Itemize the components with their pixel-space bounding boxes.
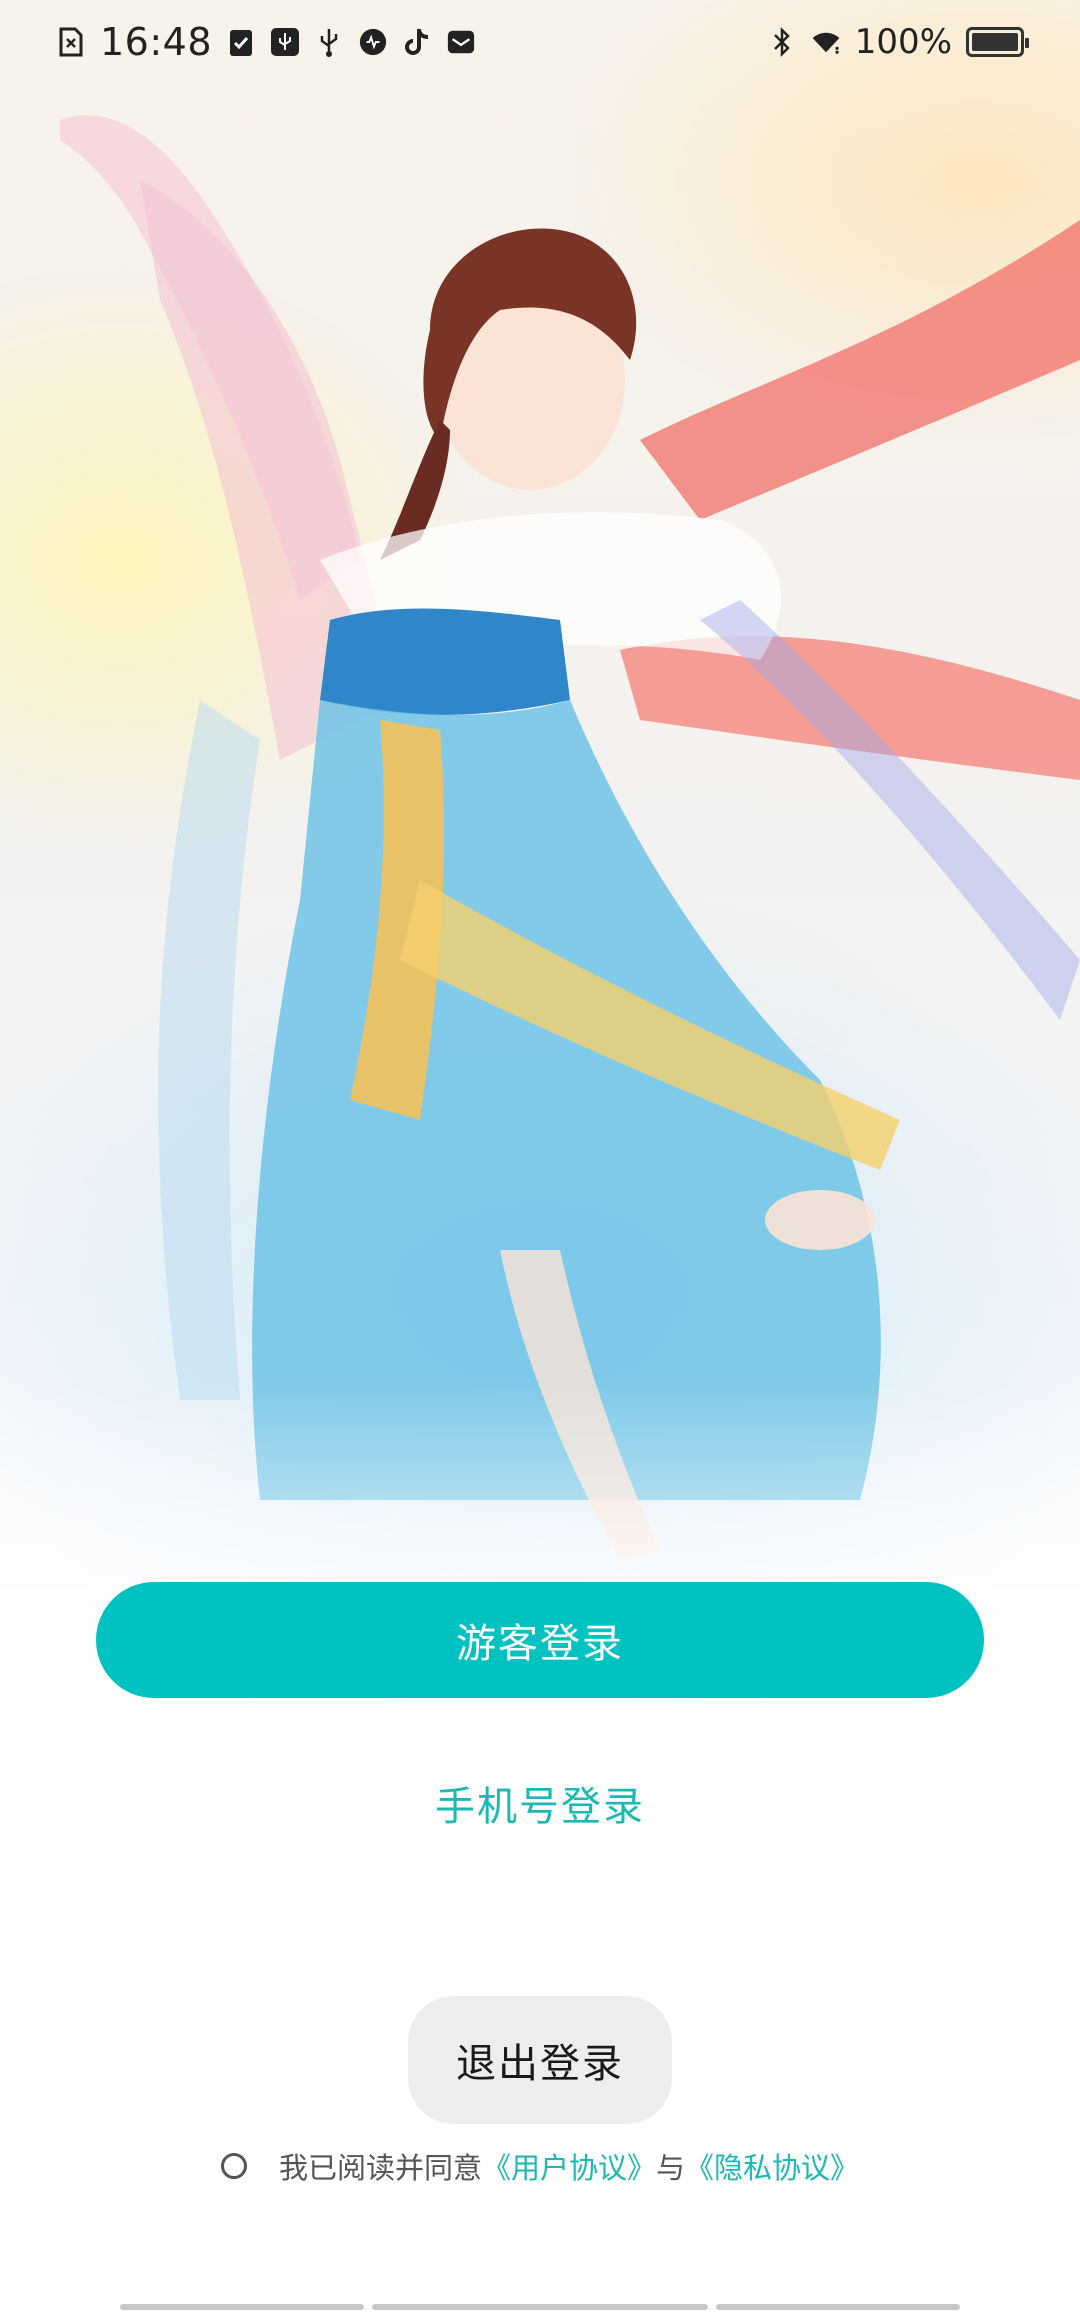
mail-icon [446, 25, 476, 59]
tiktok-icon [402, 25, 432, 59]
usb-debug-icon [270, 25, 300, 59]
logout-button[interactable]: 退出登录 [408, 1996, 672, 2124]
sim-error-icon [56, 25, 86, 59]
battery-icon [966, 27, 1029, 57]
status-left: 16:48 [56, 20, 476, 64]
agree-radio[interactable] [220, 2153, 247, 2179]
bottom-nav-hint [120, 2304, 960, 2310]
hero-illustration [0, 0, 1080, 1850]
nav-hint-bar [120, 2304, 364, 2310]
privacy-policy-link[interactable]: 《隐私协议》 [685, 2145, 859, 2187]
battery-percent: 100% [854, 22, 952, 62]
status-right: 100% [767, 22, 1029, 62]
usb-icon [314, 25, 344, 59]
nav-hint-bar [372, 2304, 708, 2310]
wifi-icon [811, 25, 841, 59]
agreement-row: 我已阅读并同意 《用户协议》 与 《隐私协议》 [0, 2140, 1080, 2192]
user-agreement-link[interactable]: 《用户协议》 [482, 2145, 656, 2187]
agreement-prefix: 我已阅读并同意 [278, 2151, 482, 2185]
status-time: 16:48 [100, 20, 213, 64]
agreement-conjunction: 与 [656, 2151, 686, 2185]
clipboard-check-icon [226, 25, 256, 59]
phone-login-link[interactable]: 手机号登录 [340, 1768, 740, 1838]
recording-icon [358, 25, 388, 59]
nav-hint-bar [716, 2304, 960, 2310]
bluetooth-icon [767, 25, 797, 59]
status-bar: 16:48 100% [0, 0, 1080, 84]
guest-login-button[interactable]: 游客登录 [96, 1582, 984, 1698]
